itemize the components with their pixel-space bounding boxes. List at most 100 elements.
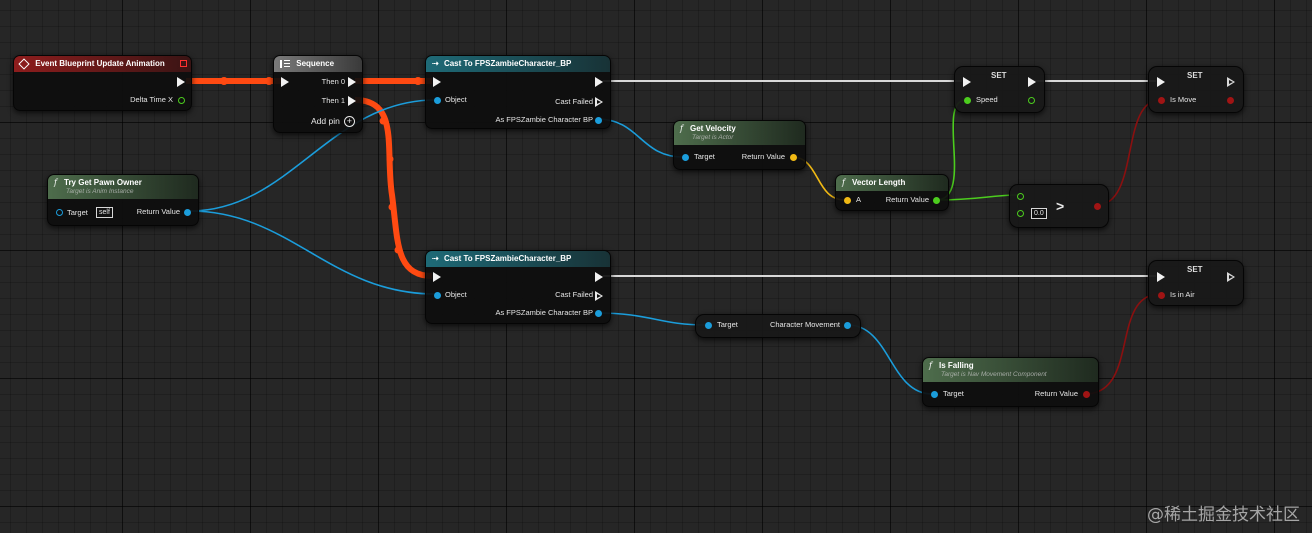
- cast-bottom-as-pin[interactable]: [595, 310, 602, 317]
- vector-length-a-pin[interactable]: [844, 197, 851, 204]
- set-speed-output-pin[interactable]: [1028, 97, 1035, 104]
- try-get-pawn-header[interactable]: f Try Get Pawn Owner Target is Anim Insta…: [48, 175, 198, 199]
- greater-than-node[interactable]: 0.0 >: [1009, 184, 1109, 228]
- set-is-in-air-var-label: Is in Air: [1170, 290, 1195, 299]
- greater-than-operator: >: [1056, 198, 1065, 214]
- character-movement-target-pin[interactable]: [705, 322, 712, 329]
- set-is-move-node[interactable]: SET Is Move: [1148, 66, 1244, 113]
- cast-top-failed-pin-hole: [597, 99, 601, 104]
- sequence-exec-in-pin[interactable]: [281, 77, 289, 87]
- get-velocity-return-pin[interactable]: [790, 154, 797, 161]
- then0-pin[interactable]: [348, 77, 356, 87]
- sequence-header[interactable]: Sequence: [274, 56, 362, 72]
- event-update-header[interactable]: Event Blueprint Update Animation: [14, 56, 191, 72]
- try-get-pawn-target-pin[interactable]: [56, 209, 63, 216]
- blueprint-graph[interactable]: Event Blueprint Update Animation Delta T…: [0, 0, 1312, 533]
- set-speed-exec-in[interactable]: [963, 77, 971, 87]
- compare-input-a-pin[interactable]: [1017, 193, 1024, 200]
- is-falling-header[interactable]: f Is Falling Target is Nav Movement Compo…: [923, 358, 1098, 382]
- cast-top-node[interactable]: ⇢ Cast To FPSZambieCharacter_BP Object C…: [425, 55, 611, 129]
- vector-length-return-pin[interactable]: [933, 197, 940, 204]
- get-velocity-subtitle: Target is Actor: [692, 134, 734, 141]
- cast-top-as-label: As FPSZambie Character BP: [495, 115, 593, 124]
- wire-cast-bottom-to-charmove: [596, 312, 706, 326]
- sequence-node[interactable]: Sequence Then 0 Then 1 Add pin +: [273, 55, 363, 133]
- vector-length-node[interactable]: f Vector Length A Return Value: [835, 174, 949, 211]
- is-falling-return-pin[interactable]: [1083, 391, 1090, 398]
- set-speed-node[interactable]: SET Speed: [954, 66, 1045, 113]
- delta-time-pin[interactable]: [178, 97, 185, 104]
- event-exec-out-pin[interactable]: [177, 77, 185, 87]
- set-speed-title: SET: [991, 71, 1007, 80]
- cast-bottom-as-label: As FPSZambie Character BP: [495, 308, 593, 317]
- compare-input-b-pin[interactable]: [1017, 210, 1024, 217]
- wire-charmove-to-isfalling: [847, 324, 933, 395]
- sequence-title: Sequence: [296, 59, 335, 68]
- cast-bottom-object-pin[interactable]: [434, 292, 441, 299]
- try-get-pawn-target-label: Target: [67, 208, 88, 217]
- get-velocity-title: Get Velocity: [690, 124, 736, 133]
- set-is-move-title: SET: [1187, 71, 1203, 80]
- set-is-move-exec-in[interactable]: [1157, 77, 1165, 87]
- set-speed-exec-out[interactable]: [1028, 77, 1036, 87]
- event-update-node[interactable]: Event Blueprint Update Animation Delta T…: [13, 55, 192, 111]
- get-velocity-node[interactable]: f Get Velocity Target is Actor Target Ret…: [673, 120, 806, 170]
- diamond-icon: [18, 58, 30, 70]
- is-falling-target-pin[interactable]: [931, 391, 938, 398]
- set-is-in-air-input-pin[interactable]: [1158, 292, 1165, 299]
- then1-label: Then 1: [321, 96, 345, 105]
- is-falling-subtitle: Target is Nav Movement Component: [941, 371, 1047, 378]
- cast-top-exec-in[interactable]: [433, 77, 441, 87]
- is-falling-node[interactable]: f Is Falling Target is Nav Movement Compo…: [922, 357, 1099, 407]
- add-pin-button[interactable]: Add pin +: [311, 116, 355, 128]
- cast-top-header[interactable]: ⇢ Cast To FPSZambieCharacter_BP: [426, 56, 610, 72]
- compare-output-pin[interactable]: [1094, 203, 1101, 210]
- cast-bottom-header[interactable]: ⇢ Cast To FPSZambieCharacter_BP: [426, 251, 610, 267]
- cast-bottom-failed-pin-hole: [597, 293, 601, 298]
- get-velocity-target-pin[interactable]: [682, 154, 689, 161]
- cast-bottom-exec-out[interactable]: [595, 272, 603, 282]
- add-pin-label: Add pin: [311, 116, 340, 126]
- get-velocity-return-label: Return Value: [741, 152, 785, 161]
- cast-top-exec-out[interactable]: [595, 77, 603, 87]
- wire-layer: [186, 77, 1161, 395]
- cast-top-object-label: Object: [445, 95, 467, 104]
- cast-top-as-pin[interactable]: [595, 117, 602, 124]
- cast-bottom-node[interactable]: ⇢ Cast To FPSZambieCharacter_BP Object C…: [425, 250, 611, 324]
- cast-top-title: Cast To FPSZambieCharacter_BP: [443, 59, 572, 68]
- try-get-pawn-self-value[interactable]: self: [96, 207, 113, 218]
- set-is-in-air-node[interactable]: SET Is in Air: [1148, 260, 1244, 306]
- set-is-move-input-pin[interactable]: [1158, 97, 1165, 104]
- set-is-move-output-pin[interactable]: [1227, 97, 1234, 104]
- cast-top-object-pin[interactable]: [434, 97, 441, 104]
- sequence-icon: [280, 59, 290, 68]
- vector-length-return-label: Return Value: [885, 195, 929, 204]
- function-icon: f: [842, 178, 845, 187]
- vector-length-header[interactable]: f Vector Length: [836, 175, 948, 191]
- try-get-pawn-return-pin[interactable]: [184, 209, 191, 216]
- get-velocity-target-label: Target: [694, 152, 715, 161]
- character-movement-node[interactable]: Target Character Movement: [695, 314, 861, 338]
- cast-bottom-title: Cast To FPSZambieCharacter_BP: [443, 254, 572, 263]
- then1-pin[interactable]: [348, 96, 356, 106]
- cast-arrow-icon: ⇢: [432, 254, 439, 263]
- get-velocity-header[interactable]: f Get Velocity Target is Actor: [674, 121, 805, 145]
- is-falling-target-label: Target: [943, 389, 964, 398]
- set-speed-input-pin[interactable]: [964, 97, 971, 104]
- set-speed-var-label: Speed: [976, 95, 998, 104]
- cast-bottom-object-label: Object: [445, 290, 467, 299]
- try-get-pawn-owner-node[interactable]: f Try Get Pawn Owner Target is Anim Insta…: [47, 174, 199, 226]
- function-icon: f: [929, 361, 932, 370]
- compare-b-value[interactable]: 0.0: [1031, 208, 1047, 219]
- wire-pawn-to-cast-bottom: [189, 210, 436, 295]
- is-falling-return-label: Return Value: [1034, 389, 1078, 398]
- character-movement-output-pin[interactable]: [844, 322, 851, 329]
- delegate-square-icon[interactable]: [180, 60, 187, 67]
- plus-circle-icon: +: [343, 116, 355, 128]
- cast-bottom-exec-in[interactable]: [433, 272, 441, 282]
- try-get-pawn-title: Try Get Pawn Owner: [64, 178, 142, 187]
- delta-time-label: Delta Time X: [130, 95, 173, 104]
- function-icon: f: [54, 178, 57, 187]
- set-is-in-air-exec-in[interactable]: [1157, 272, 1165, 282]
- character-movement-target-label: Target: [717, 320, 738, 329]
